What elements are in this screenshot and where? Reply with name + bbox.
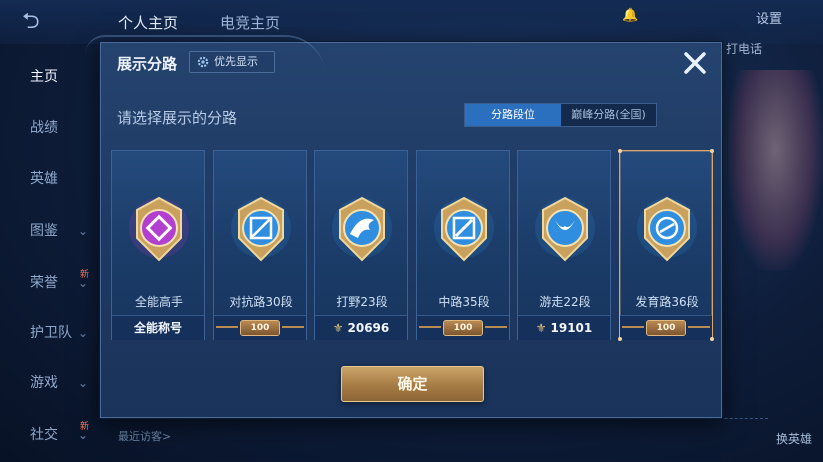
rank-badge-icon <box>231 196 291 262</box>
selection-corner <box>710 337 714 341</box>
bg-change-hero-label[interactable]: 换英雄 <box>776 430 812 447</box>
back-icon[interactable]: ⮌ <box>22 10 68 34</box>
sidebar-item-label: 图鉴 <box>30 223 58 239</box>
sidebar-item[interactable]: 护卫队 ⌄ <box>0 318 100 348</box>
selection-corner <box>618 337 622 341</box>
dialog-title: 展示分路 <box>117 55 178 73</box>
role-label: 发育路36段 <box>635 295 699 309</box>
plate-wing-left <box>622 326 644 328</box>
peak-score-icon: ⚜ <box>332 321 344 335</box>
role-label: 对抗路30段 <box>229 295 293 309</box>
sidebar-item[interactable]: 社交 ⌄ 新 <box>0 420 100 450</box>
recent-visitors[interactable]: 最近访客> <box>118 428 171 444</box>
sidebar-item-label: 战绩 <box>30 120 58 136</box>
rank-badge-icon <box>332 196 392 262</box>
bg-call-label: 打电话 <box>726 42 763 56</box>
new-badge: 新 <box>80 270 90 280</box>
selection-corner <box>710 149 714 153</box>
close-icon <box>684 52 706 74</box>
plate-wing-left <box>419 326 441 328</box>
priority-display-label: 优先显示 <box>214 55 258 68</box>
role-card[interactable]: 发育路36段 100 <box>618 149 714 341</box>
title-label: 全能称号 <box>133 321 182 335</box>
sidebar-item-label: 荣誉 <box>30 275 58 291</box>
rank-badge-icon <box>434 196 494 262</box>
close-button[interactable] <box>681 49 709 77</box>
sidebar-item-label: 游戏 <box>30 375 58 391</box>
role-card-footer: 100 <box>620 315 712 340</box>
sidebar-item-label: 社交 <box>30 427 58 443</box>
star-count-plate: 100 <box>443 320 483 336</box>
sidebar-item-label: 主页 <box>30 69 58 85</box>
peak-score: 20696 <box>347 321 390 335</box>
sidebar-item[interactable]: 游戏 ⌄ <box>0 368 100 398</box>
dialog-subtitle: 请选择展示的分路 <box>117 109 238 127</box>
hero-figure <box>728 70 823 270</box>
role-card[interactable]: 游走22段 ⚜ 19101 <box>517 150 611 340</box>
role-label: 打野23段 <box>336 295 388 309</box>
sidebar-item[interactable]: 荣誉 ⌄ 新 <box>0 268 100 298</box>
plate-wing-right <box>688 326 710 328</box>
gear-icon <box>197 56 209 68</box>
role-label: 中路35段 <box>438 295 490 309</box>
role-card[interactable]: 中路35段 100 <box>416 150 510 340</box>
new-badge: 新 <box>80 422 90 432</box>
settings-link[interactable]: 设置 <box>756 8 782 27</box>
tab-peak-route[interactable]: 巅峰分路(全国) <box>561 104 656 126</box>
role-card[interactable]: 对抗路30段 100 <box>213 150 307 340</box>
sidebar-item[interactable]: 英雄 <box>0 164 100 194</box>
role-label: 全能高手 <box>134 295 183 309</box>
role-card-footer: 全能称号 <box>112 315 204 340</box>
star-count-plate: 100 <box>240 320 280 336</box>
peak-score-icon: ⚜ <box>535 321 547 335</box>
tab-esports[interactable]: 电竞主页 <box>220 12 280 33</box>
role-label: 游走22段 <box>539 295 591 309</box>
plate-wing-right <box>282 326 304 328</box>
sidebar-item-label: 护卫队 <box>30 325 72 341</box>
plate-wing-left <box>216 326 238 328</box>
sidebar-item[interactable]: 战绩 <box>0 113 100 143</box>
confirm-button[interactable]: 确定 <box>341 366 484 402</box>
selection-corner <box>618 149 622 153</box>
bg-bottom-bar <box>588 418 768 442</box>
tab-personal[interactable]: 个人主页 <box>118 12 178 33</box>
role-card-footer: 100 <box>214 315 306 340</box>
tab-route-rank[interactable]: 分路段位 <box>465 104 561 126</box>
view-switch: 分路段位 巅峰分路(全国) <box>464 103 657 127</box>
peak-score: 19101 <box>550 321 593 335</box>
role-card-footer: 100 <box>417 315 509 340</box>
plate-wing-right <box>485 326 507 328</box>
role-card-footer: ⚜ 20696 <box>315 315 407 340</box>
role-card-footer: ⚜ 19101 <box>518 315 610 340</box>
sidebar-item[interactable]: 图鉴 ⌄ <box>0 216 100 246</box>
priority-display-button[interactable]: 优先显示 <box>189 51 275 73</box>
chevron-down-icon: ⌄ <box>78 326 89 340</box>
route-display-dialog: 展示分路 优先显示 请选择展示的分路 分路段位 巅峰分路(全国) 全能高手全能称… <box>85 35 722 418</box>
sidebar: 主页 战绩 英雄 图鉴 ⌄ 荣誉 ⌄ 新护卫队 ⌄ 游戏 ⌄ 社交 ⌄ 新 <box>0 50 100 462</box>
rank-badge-icon <box>637 196 697 262</box>
bell-icon[interactable]: 🔔 <box>622 8 638 23</box>
rank-badge-icon <box>129 196 189 262</box>
sidebar-item-label: 英雄 <box>30 171 58 187</box>
role-card[interactable]: 打野23段 ⚜ 20696 <box>314 150 408 340</box>
role-card[interactable]: 全能高手 全能称号 <box>111 150 205 340</box>
chevron-down-icon: ⌄ <box>78 376 89 390</box>
chevron-down-icon: ⌄ <box>78 224 89 238</box>
rank-badge-icon <box>535 196 595 262</box>
star-count-plate: 100 <box>646 320 686 336</box>
